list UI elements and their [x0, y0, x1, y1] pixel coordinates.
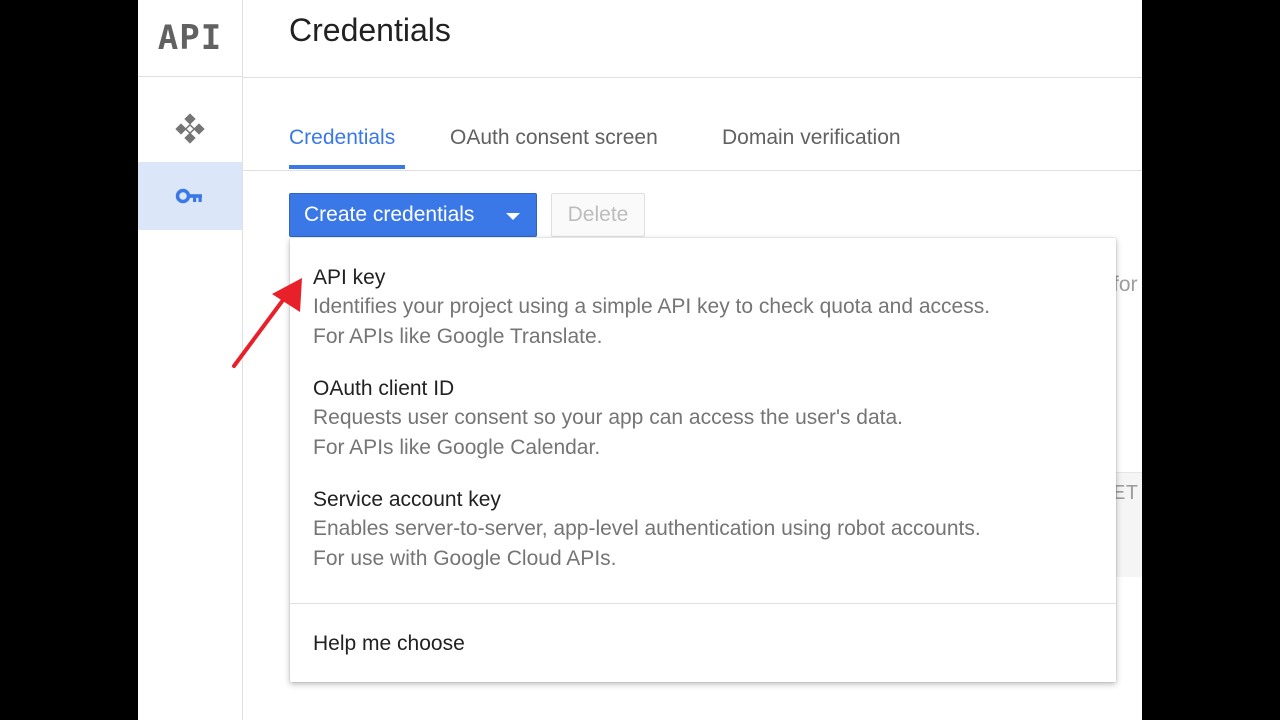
- background-text-fragment: for: [1113, 273, 1138, 296]
- tab-oauth-consent-screen[interactable]: OAuth consent screen: [450, 126, 658, 150]
- create-credentials-label: Create credentials: [304, 203, 475, 226]
- menu-item-description: For use with Google Cloud APIs.: [313, 547, 617, 570]
- annotation-arrow-icon: [232, 278, 302, 368]
- active-tab-indicator: [289, 165, 405, 169]
- key-icon: [175, 188, 202, 204]
- tab-credentials[interactable]: Credentials: [289, 126, 395, 150]
- tab-domain-verification[interactable]: Domain verification: [722, 126, 901, 150]
- menu-item-api-key[interactable]: API key Identifies your project using a …: [313, 264, 1096, 352]
- menu-item-description: Requests user consent so your app can ac…: [313, 406, 904, 429]
- menu-item-title: API key: [313, 266, 386, 289]
- sidebar-item-credentials[interactable]: [138, 162, 242, 230]
- menu-item-title: Help me choose: [313, 632, 465, 655]
- background-text-fragment: ET: [1113, 483, 1139, 506]
- page-header: Credentials: [243, 0, 1142, 78]
- apis-diamond-icon: [175, 113, 205, 144]
- api-logo: API: [138, 0, 242, 77]
- sidebar-item-apis[interactable]: [138, 95, 242, 163]
- menu-divider: [290, 603, 1116, 604]
- dropdown-caret-icon: [506, 213, 520, 220]
- menu-item-description: Enables server-to-server, app-level auth…: [313, 517, 981, 540]
- create-credentials-button[interactable]: Create credentials: [289, 193, 537, 237]
- menu-item-title: Service account key: [313, 488, 501, 511]
- menu-item-description: For APIs like Google Translate.: [313, 325, 603, 348]
- menu-item-description: For APIs like Google Calendar.: [313, 436, 601, 459]
- create-credentials-menu: API key Identifies your project using a …: [290, 238, 1116, 682]
- menu-item-service-account-key[interactable]: Service account key Enables server-to-se…: [313, 486, 1096, 574]
- tab-bar: Credentials OAuth consent screen Domain …: [243, 112, 1142, 171]
- menu-item-oauth-client-id[interactable]: OAuth client ID Requests user consent so…: [313, 375, 1096, 463]
- menu-item-help-me-choose[interactable]: Help me choose: [313, 630, 1096, 658]
- page-title: Credentials: [289, 12, 451, 48]
- menu-item-title: OAuth client ID: [313, 377, 455, 400]
- delete-button[interactable]: Delete: [551, 193, 645, 237]
- menu-item-description: Identifies your project using a simple A…: [313, 295, 991, 318]
